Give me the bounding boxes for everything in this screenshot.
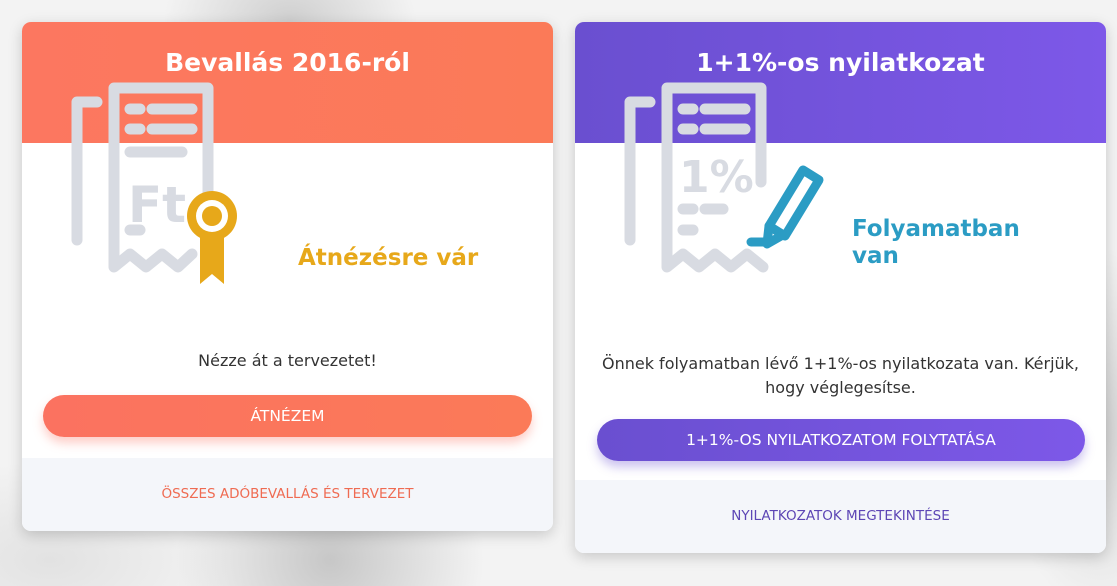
declaration-card: 1% 1+1%-os nyilatkozat Folyamatban van Ö…: [575, 22, 1106, 553]
review-button[interactable]: ÁTNÉZEM: [43, 395, 532, 437]
status-label: Átnézésre vár: [298, 245, 479, 271]
svg-text:Ft: Ft: [128, 176, 186, 234]
card-title: Bevallás 2016-ról: [165, 48, 410, 77]
award-ribbon-icon: [187, 191, 237, 284]
status-label-line2: van: [852, 243, 899, 269]
tax-return-card: Ft Bevallás 2016-ról Átnézésre vár Nézze…: [22, 22, 553, 531]
card-description: Nézze át a tervezetet!: [198, 351, 377, 370]
svg-text:1%: 1%: [679, 152, 754, 203]
continue-declaration-button[interactable]: 1+1%-OS NYILATKOZATOM FOLYTATÁSA: [597, 419, 1085, 461]
card-description: Önnek folyamatban lévő 1+1%-os nyilatkoz…: [601, 354, 1079, 397]
status-label-line1: Folyamatban: [852, 216, 1020, 242]
view-declarations-link[interactable]: NYILATKOZATOK MEGTEKINTÉSE: [575, 480, 1106, 553]
card-title: 1+1%-os nyilatkozat: [696, 48, 985, 77]
all-tax-returns-link[interactable]: ÖSSZES ADÓBEVALLÁS ÉS TERVEZET: [22, 458, 553, 531]
status-label: Folyamatban van: [852, 216, 1020, 270]
